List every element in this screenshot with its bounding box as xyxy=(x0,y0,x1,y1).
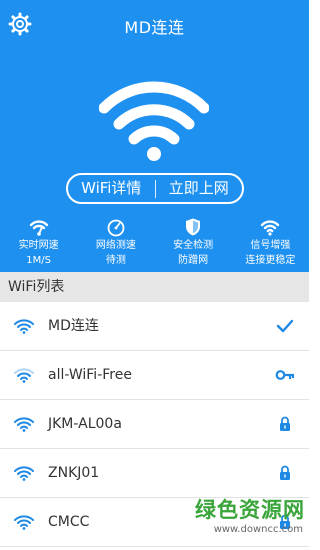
header-panel: MD连连 WiFi详情 立即上网 实时网速 1M/S 网络测速 待测 安全检测 … xyxy=(0,0,309,272)
wifi-signal-icon xyxy=(14,417,34,432)
wifi-signal-icon xyxy=(14,319,34,334)
connect-now-button[interactable]: 立即上网 xyxy=(156,175,243,202)
lock-icon xyxy=(280,416,290,431)
wifi-ssid: CMCC xyxy=(48,514,90,530)
wifi-speed-icon xyxy=(29,220,48,236)
key-icon[interactable] xyxy=(275,366,295,384)
feature-sub: 连接更稳定 xyxy=(245,255,296,266)
action-pill: WiFi详情 立即上网 xyxy=(66,173,244,204)
watermark: 绿色资源网 www.downcc.com xyxy=(195,490,309,550)
lock-icon xyxy=(280,465,290,480)
wifi-hero-icon xyxy=(99,81,209,161)
wifi-ssid: ZNKJ01 xyxy=(48,465,100,481)
pill-divider xyxy=(154,179,156,198)
feature-label: 信号增强 xyxy=(250,240,291,251)
feature-realtime-speed[interactable]: 实时网速 1M/S xyxy=(0,217,77,272)
feature-speed-test[interactable]: 网络测速 待测 xyxy=(77,217,154,272)
wifi-boost-icon xyxy=(261,220,280,236)
feature-security-check[interactable]: 安全检测 防蹭网 xyxy=(155,217,232,272)
feature-label: 安全检测 xyxy=(173,240,214,251)
feature-label: 网络测速 xyxy=(95,240,136,251)
feature-sub: 待测 xyxy=(105,255,126,266)
wifi-list-header: WiFi列表 xyxy=(0,272,309,302)
wifi-signal-icon xyxy=(14,466,34,481)
wifi-signal-icon xyxy=(14,368,34,383)
shield-icon xyxy=(186,218,201,236)
speedometer-icon xyxy=(107,219,125,237)
watermark-url: www.downcc.com xyxy=(213,524,303,535)
check-icon xyxy=(276,319,294,333)
wifi-signal-icon xyxy=(14,515,34,530)
feature-sub: 1M/S xyxy=(26,255,51,266)
wifi-ssid: MD连连 xyxy=(48,318,99,334)
watermark-text: 绿色资源网 xyxy=(195,498,305,522)
feature-bar: 实时网速 1M/S 网络测速 待测 安全检测 防蹭网 信号增强 连接更稳定 xyxy=(0,217,309,272)
feature-label: 实时网速 xyxy=(18,240,59,251)
wifi-list-item[interactable]: all-WiFi-Free xyxy=(0,351,309,400)
wifi-list-item[interactable]: JKM-AL00a xyxy=(0,400,309,449)
app-title: MD连连 xyxy=(124,18,185,37)
feature-sub: 防蹭网 xyxy=(178,255,209,266)
wifi-ssid: JKM-AL00a xyxy=(48,416,122,432)
wifi-details-button[interactable]: WiFi详情 xyxy=(68,175,155,202)
feature-signal-boost[interactable]: 信号增强 连接更稳定 xyxy=(232,217,309,272)
wifi-ssid: all-WiFi-Free xyxy=(48,367,132,383)
wifi-list-item[interactable]: MD连连 xyxy=(0,302,309,351)
